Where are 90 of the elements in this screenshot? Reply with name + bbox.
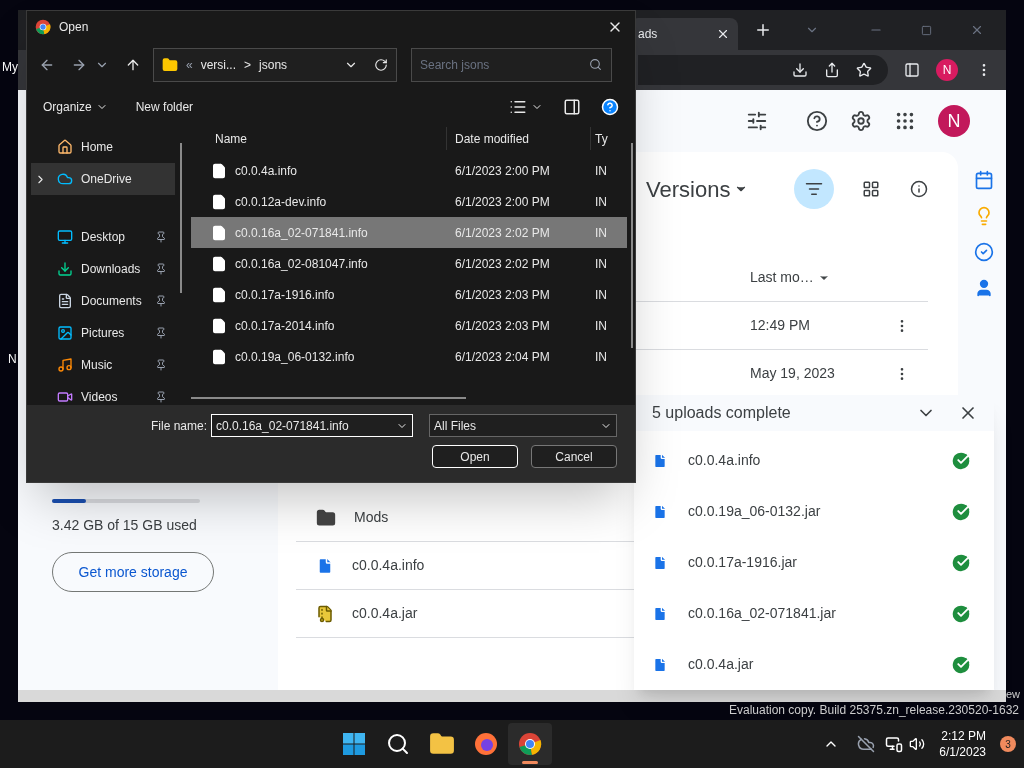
edition-text: ew [1006,687,1021,702]
upload-row[interactable]: c0.0.4a.jar [634,639,994,690]
breadcrumb-separator: > [244,57,252,74]
nav-label: Downloads [81,261,142,278]
modified-cell-text: 12:49 PM [750,316,811,335]
breadcrumb-overflow: « [186,57,193,74]
nav-label: Music [81,357,114,374]
file-date: 6/1/2023 2:00 PM [454,162,551,180]
file-row[interactable]: c0.0.16a_02-071841.info 6/1/2023 2:02 PM IN [191,217,627,248]
column-header[interactable]: Name [191,127,447,150]
file-type: IN [594,162,607,180]
file-name: c0.0.12a-dev.info [235,193,327,211]
file-type: IN [594,348,607,366]
file-name-field[interactable]: c0.0.16a_02-071841.info [211,414,413,437]
column-header[interactable]: Last mo… [750,267,830,288]
modified-cell-text: May 19, 2023 [750,364,836,383]
file-row[interactable]: c0.0.19a_06-0132.info 6/1/2023 2:04 PM IN [191,341,627,372]
upload-file-name: c0.0.19a_06-0132.jar [688,502,822,521]
nav-label: Desktop [81,229,127,246]
file-date: 6/1/2023 2:02 PM [454,224,551,242]
column-header[interactable]: Ty [591,127,608,150]
file-name: c0.0.19a_06-0132.info [235,348,355,366]
dialog-title: Open [59,19,89,36]
file-type: IN [594,286,607,304]
file-name: c0.0.16a_02-081047.info [235,255,368,273]
file-name: c0.0.4a.jar [352,604,418,623]
nav-item[interactable]: Home [31,131,175,163]
upload-file-name: c0.0.16a_02-071841.jar [688,604,837,623]
upload-file-name: c0.0.17a-1916.jar [688,553,798,572]
nav-item[interactable]: Downloads [31,253,175,285]
nav-label: Videos [81,389,119,405]
file-type: IN [594,224,607,242]
file-type: IN [594,193,607,211]
upload-row[interactable]: c0.0.4a.info [634,435,994,486]
file-name: c0.0.4a.info [235,162,298,180]
nav-item[interactable]: Pictures [31,317,175,349]
nav-item[interactable]: Music [31,349,175,381]
nav-item[interactable]: OneDrive [31,163,175,195]
profile-avatar[interactable]: N [936,59,958,81]
nav-label: Home [81,139,114,156]
file-row[interactable]: c0.0.12a-dev.info 6/1/2023 2:00 PM IN [191,186,627,217]
upload-row[interactable]: c0.0.16a_02-071841.jar [634,588,994,639]
file-name: Mods [354,508,389,527]
desktop-label: N [8,351,17,368]
upload-file-name: c0.0.4a.info [688,451,762,470]
nav-item[interactable]: Desktop [31,221,175,253]
column-header[interactable]: Date modified [447,127,591,150]
upload-file-name: c0.0.4a.jar [688,655,755,674]
new-folder-button[interactable]: New folder [135,98,194,116]
file-type-dropdown[interactable]: All Files [429,414,617,437]
file-type: IN [594,317,607,335]
organize-menu[interactable]: Organize [43,98,108,116]
nav-label: Pictures [81,325,126,342]
notification-badge[interactable]: 3 [1000,736,1016,752]
search-field[interactable]: Search jsons [411,48,612,82]
file-name: c0.0.17a-2014.info [235,317,335,335]
account-avatar[interactable]: N [938,105,970,137]
file-date: 6/1/2023 2:04 PM [454,348,551,366]
file-row[interactable]: c0.0.17a-2014.info 6/1/2023 2:03 PM IN [191,310,627,341]
file-date: 6/1/2023 2:03 PM [454,286,551,304]
file-row[interactable]: c0.0.16a_02-081047.info 6/1/2023 2:02 PM IN [191,248,627,279]
breadcrumb-item[interactable]: jsons [259,56,288,74]
breadcrumb-item[interactable]: versi... [200,56,237,74]
desktop-label: My [2,59,18,76]
nav-item[interactable]: Documents [31,285,175,317]
nav-item[interactable]: Videos [31,381,175,405]
upload-row[interactable]: c0.0.19a_06-0132.jar [634,486,994,537]
clock[interactable]: 2:12 PM 6/1/2023 [939,728,986,760]
file-date: 6/1/2023 2:03 PM [454,317,551,335]
file-name-label: File name: [150,417,207,435]
clock-date: 6/1/2023 [939,744,986,760]
file-row[interactable]: c0.0.17a-1916.info 6/1/2023 2:03 PM IN [191,279,627,310]
file-date: 6/1/2023 2:02 PM [454,255,551,273]
folder-heading[interactable]: Versions [646,172,749,206]
cancel-button[interactable]: Cancel [531,445,617,468]
file-name: c0.0.16a_02-071841.info [235,224,368,242]
file-type: IN [594,255,607,273]
nav-label: OneDrive [81,171,133,188]
nav-label: Documents [81,293,143,310]
file-name: c0.0.17a-1916.info [235,286,335,304]
upload-row[interactable]: c0.0.17a-1916.jar [634,537,994,588]
file-name: c0.0.4a.info [352,556,425,575]
file-date: 6/1/2023 2:00 PM [454,193,551,211]
address-bar[interactable]: « versi... > jsons [153,48,397,82]
file-row[interactable]: c0.0.4a.info 6/1/2023 2:00 PM IN [191,155,627,186]
clock-time: 2:12 PM [941,728,986,744]
build-watermark: Evaluation copy. Build 25375.zn_release.230520-1632 [729,702,1019,719]
open-button[interactable]: Open [432,445,518,468]
storage-text: 3.42 GB of 15 GB used [52,516,198,535]
uploads-title: 5 uploads complete [652,403,792,423]
